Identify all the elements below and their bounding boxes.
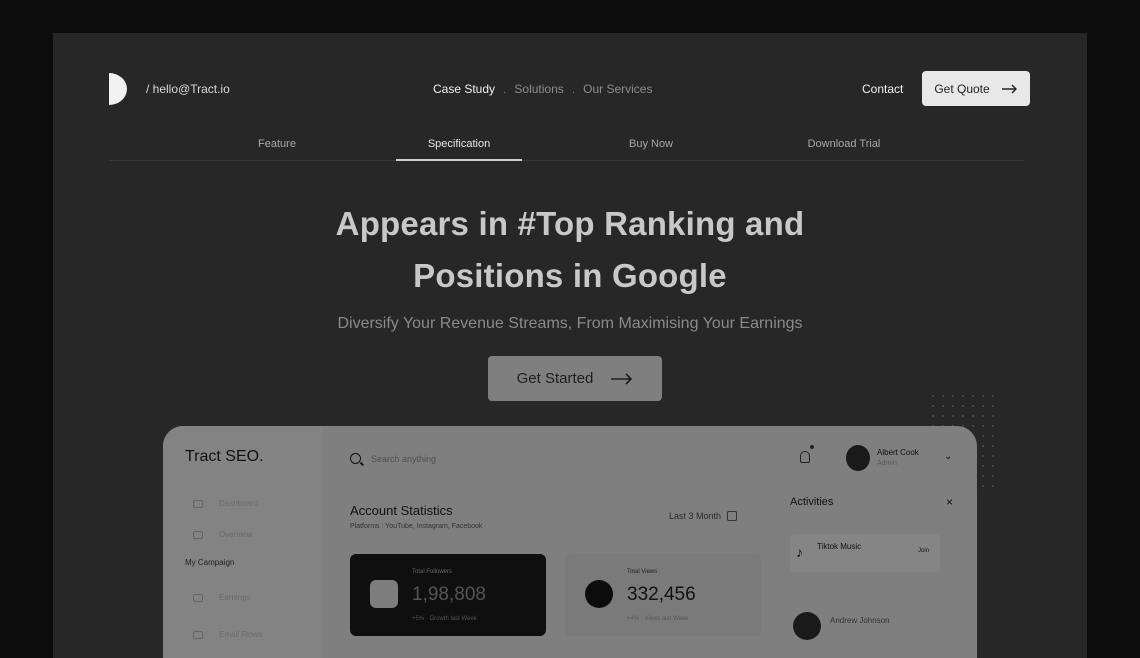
sidebar-item-dashboard[interactable]: Dashboard <box>193 499 258 508</box>
user-icon <box>370 580 398 608</box>
tab-buy-now[interactable]: Buy Now <box>629 138 673 150</box>
activity-name: Tiktok Music <box>817 542 862 551</box>
account-statistics-subtitle: Platforms : YouTube, Instagram, Facebook <box>350 523 483 530</box>
wallet-icon <box>193 593 203 602</box>
bell-icon[interactable] <box>800 451 810 463</box>
stat-label: Total Views <box>627 569 658 575</box>
sidebar-item-label: Overview <box>219 530 253 539</box>
views-card: Total Views 332,456 +4% · Views last Wee… <box>565 554 761 636</box>
contact-email[interactable]: / hello@Tract.io <box>146 82 230 96</box>
dashboard-preview: Tract SEO. Dashboard Overview My Campaig… <box>163 426 977 658</box>
search-placeholder: Search anything <box>371 453 437 464</box>
sidebar-item-label: Earnings <box>219 593 251 602</box>
chevron-down-icon[interactable]: ⌄ <box>944 451 952 462</box>
nav-solutions[interactable]: Solutions <box>514 82 563 96</box>
activity-item[interactable]: ♪ Tiktok Music Join <box>790 534 940 572</box>
hero-title-line-2: Positions in Google <box>413 257 727 294</box>
lock-icon <box>193 530 203 539</box>
arrow-right-icon <box>1001 84 1017 93</box>
sidebar-item-earnings[interactable]: Earnings <box>193 593 251 602</box>
get-started-label: Get Started <box>516 370 594 387</box>
dashboard-search[interactable]: Search anything <box>350 453 436 464</box>
hero-title: Appears in #Top Ranking and Positions in… <box>53 198 1087 302</box>
mail-icon <box>193 630 203 639</box>
account-statistics-title: Account Statistics <box>350 503 453 518</box>
calendar-icon <box>727 511 738 521</box>
sidebar-item-label: Email Flows <box>219 630 263 639</box>
avatar <box>793 612 821 640</box>
get-quote-label: Get Quote <box>934 81 990 96</box>
avatar[interactable] <box>846 445 870 471</box>
sidebar-item-label: Dashboard <box>219 499 259 508</box>
brand-logo[interactable] <box>109 73 127 105</box>
search-icon <box>350 453 361 464</box>
nav-separator: . <box>571 82 576 96</box>
hero-title-line-1: Appears in #Top Ranking and <box>335 205 805 242</box>
hero-subtitle: Diversify Your Revenue Streams, From Max… <box>337 315 803 332</box>
stat-footnote: +4% · Views last Week <box>627 616 689 622</box>
stat-label: Total Followers <box>412 569 453 575</box>
stat-footnote: +5% · Growth last Week <box>412 616 477 622</box>
followers-card: Total Followers 1,98,808 +5% · Growth la… <box>350 554 546 636</box>
user-name: Albert Cook <box>877 448 919 457</box>
date-range-label: Last 3 Month <box>669 511 722 521</box>
sidebar-item-email-flows[interactable]: Email Flows <box>193 630 262 639</box>
active-tab-indicator <box>396 159 522 161</box>
arrow-right-icon <box>611 372 633 385</box>
landing-page: / hello@Tract.io Case Study . Solutions … <box>53 33 1087 658</box>
activity-name: Andrew Johnson <box>830 616 890 625</box>
nav-case-study[interactable]: Case Study <box>433 82 495 96</box>
play-icon <box>585 580 613 608</box>
close-icon[interactable]: × <box>946 495 953 509</box>
notification-dot <box>810 445 814 449</box>
get-quote-button[interactable]: Get Quote <box>922 71 1030 106</box>
top-nav: Case Study . Solutions . Our Services <box>433 82 652 96</box>
sub-nav: Feature Specification Buy Now Download T… <box>109 135 1024 161</box>
tab-specification[interactable]: Specification <box>428 138 490 150</box>
sliders-icon <box>193 499 203 508</box>
contact-link[interactable]: Contact <box>862 82 903 96</box>
activity-action[interactable]: Join <box>918 548 929 554</box>
tab-download-trial[interactable]: Download Trial <box>808 138 881 150</box>
tiktok-icon: ♪ <box>796 544 803 560</box>
sidebar-section-title: My Campaign <box>185 558 235 567</box>
get-started-button[interactable]: Get Started <box>488 356 662 401</box>
stat-value: 332,456 <box>627 584 696 605</box>
dashboard-brand: Tract SEO. <box>185 448 264 465</box>
nav-separator: . <box>503 82 507 96</box>
date-range-selector[interactable]: Last 3 Month <box>669 511 738 521</box>
nav-our-services[interactable]: Our Services <box>583 82 652 96</box>
stat-value: 1,98,808 <box>412 584 486 605</box>
activities-title: Activities <box>790 496 834 508</box>
sidebar-item-overview[interactable]: Overview <box>193 530 252 539</box>
user-role: Admin <box>877 460 897 467</box>
tab-feature[interactable]: Feature <box>258 138 296 150</box>
